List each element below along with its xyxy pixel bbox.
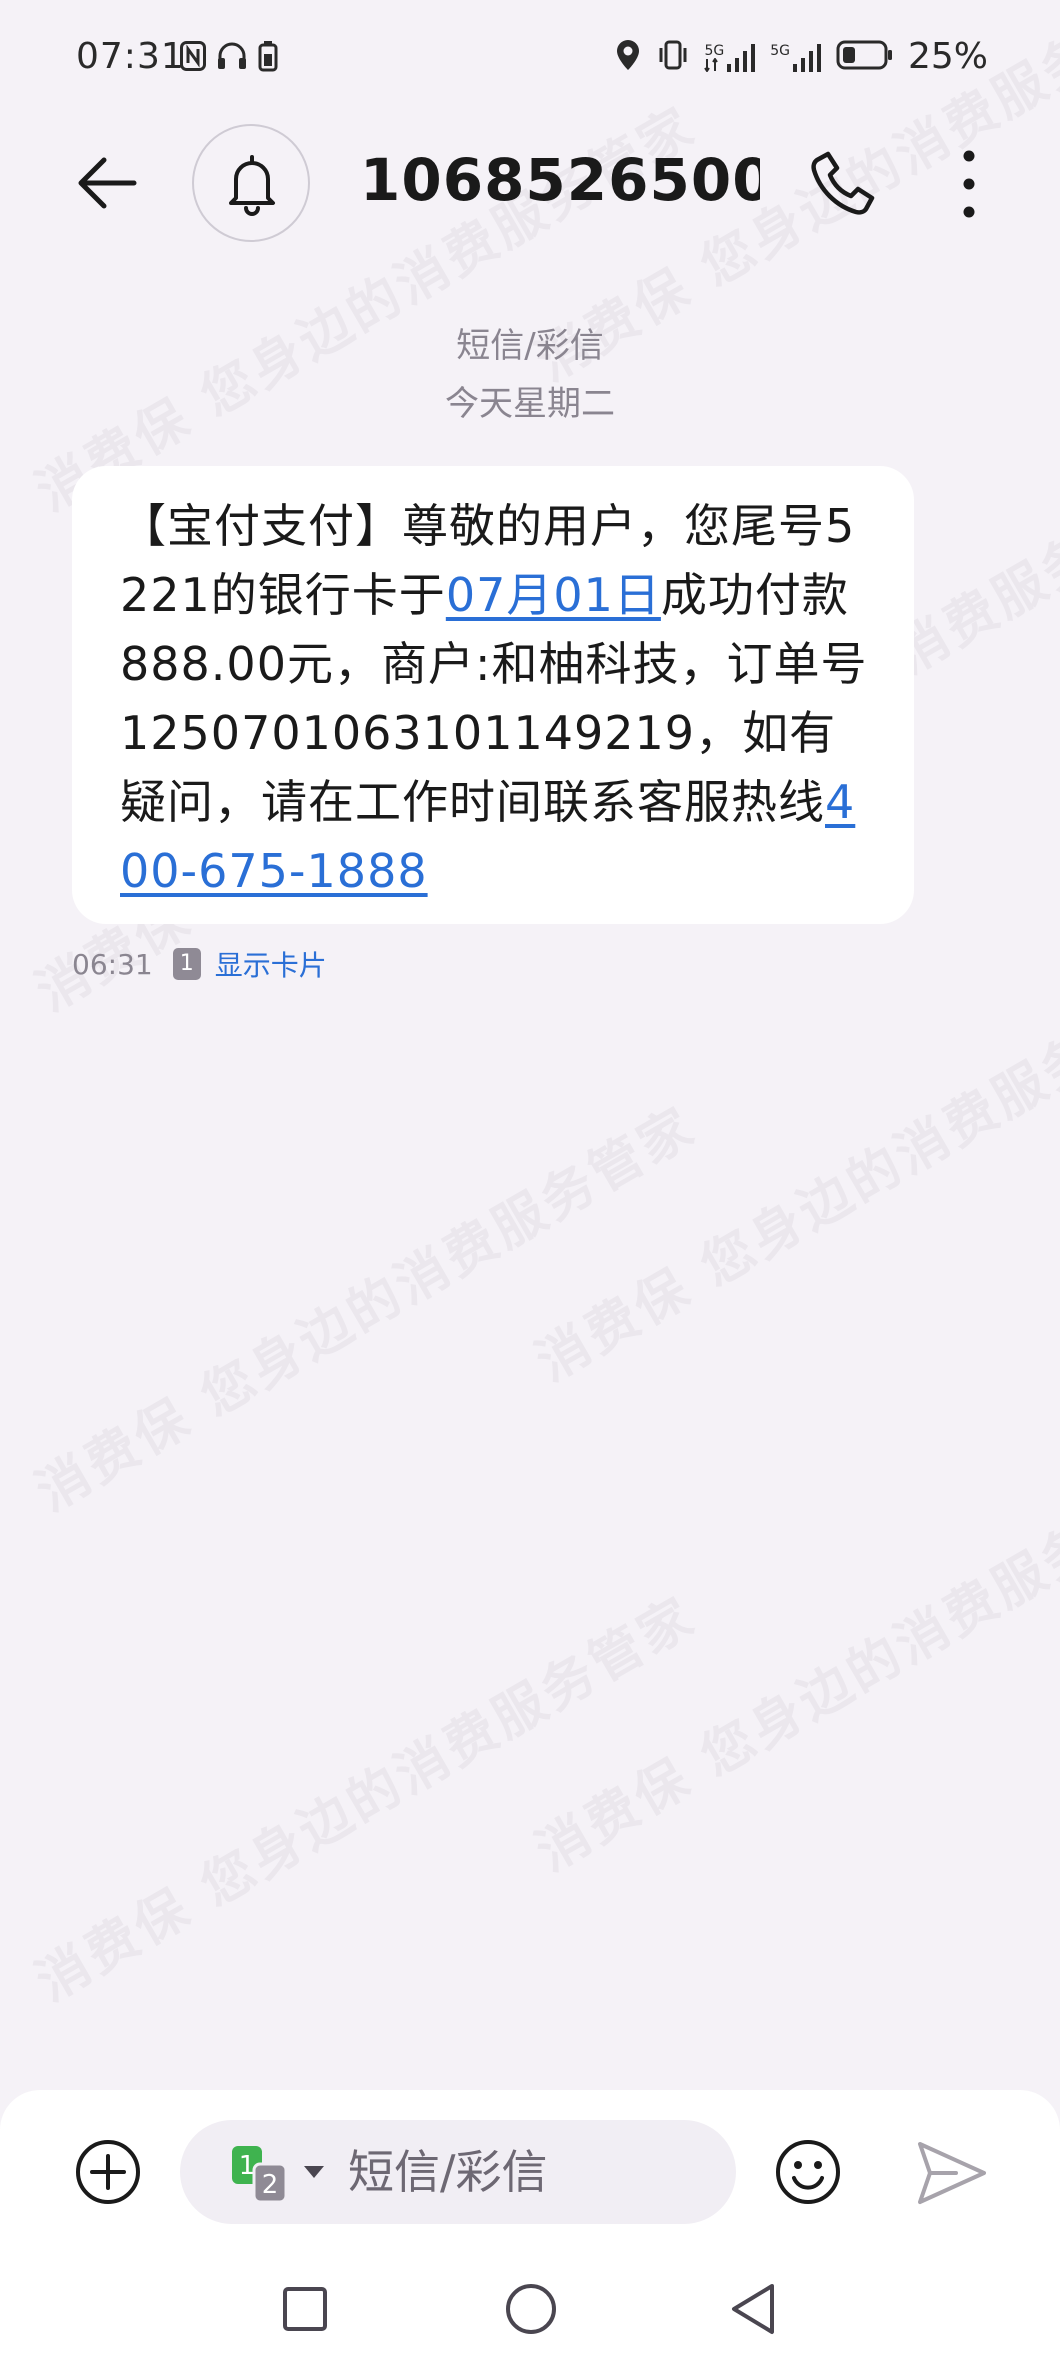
sim-switch-button[interactable]: 1 2: [230, 2144, 290, 2204]
call-button[interactable]: [808, 148, 878, 218]
message-meta: 06:31 1 显示卡片: [72, 944, 327, 984]
battery-percent: 25%: [907, 36, 988, 77]
message-type-label: 短信/彩信: [456, 326, 604, 366]
smiley-icon: [776, 2140, 840, 2204]
signal-sim2-icon: 5G: [770, 42, 822, 72]
watermark-text: 消费保 您身边的消费服务管家: [26, 1096, 707, 1524]
message-input[interactable]: [348, 2138, 718, 2206]
signal-sim1-label: 5G: [704, 42, 725, 59]
vibrate-icon: [656, 38, 690, 76]
nfc-icon: [180, 41, 206, 75]
back-button[interactable]: [72, 148, 142, 218]
svg-text:2: 2: [262, 2170, 279, 2200]
nav-back-button[interactable]: [728, 2282, 778, 2340]
status-bar: 07:31 5G 5G 25%: [0, 0, 1060, 118]
signal-sim1-icon: 5G: [704, 42, 756, 72]
circle-icon: [506, 2284, 556, 2334]
message-text: 【宝付支付】尊敬的用户，您尾号5221的银行卡于07月01日成功付款888.00…: [120, 492, 870, 906]
message-time: 06:31: [72, 947, 153, 981]
status-time: 07:31: [76, 36, 185, 77]
watermark-text: 消费保 您身边的消费服务管家: [526, 1456, 1060, 1884]
location-icon: [614, 38, 642, 76]
plus-circle-icon: [76, 2140, 140, 2204]
emoji-button[interactable]: [774, 2138, 842, 2206]
watermark-text: 消费保 您身边的消费服务管家: [526, 966, 1060, 1394]
notification-button[interactable]: [192, 124, 310, 242]
conversation-header: 1068526500...: [0, 118, 1060, 248]
system-nav-bar: [0, 2258, 1060, 2376]
square-icon: [283, 2287, 327, 2331]
battery-saver-icon: [258, 40, 278, 76]
dual-sim-icon: 1 2: [232, 2146, 288, 2204]
home-button[interactable]: [504, 2282, 558, 2340]
message-input-pill: 1 2: [180, 2120, 736, 2224]
sms-conversation-screen: 消费保 您身边的消费服务管家 消费保 您身边的消费服务管家 消费保 您身边的消费…: [0, 0, 1060, 2376]
recent-apps-button[interactable]: [282, 2284, 328, 2338]
compose-bar: 1 2: [0, 2090, 1060, 2258]
show-card-link[interactable]: 显示卡片: [215, 944, 327, 984]
battery-icon: [836, 40, 894, 74]
triangle-back-icon: [732, 2284, 774, 2334]
headphones-icon: [216, 41, 248, 75]
watermark-text: 消费保 您身边的消费服务管家: [26, 1586, 707, 2014]
date-link[interactable]: 07月01日: [446, 568, 661, 622]
sim-dropdown-arrow[interactable]: [302, 2164, 326, 2184]
status-left-icons: [180, 40, 278, 76]
send-button[interactable]: [916, 2140, 988, 2206]
date-separator: 今天星期二: [445, 384, 615, 424]
caret-down-icon: [304, 2166, 324, 2178]
signal-sim2-label: 5G: [770, 42, 790, 59]
arrow-left-icon: [78, 157, 137, 209]
contact-number[interactable]: 1068526500...: [360, 146, 760, 214]
send-icon: [918, 2142, 986, 2204]
status-right-icons: 5G 5G 25%: [614, 36, 988, 77]
bell-icon: [229, 155, 275, 216]
phone-icon: [811, 151, 875, 215]
add-attachment-button[interactable]: [74, 2138, 142, 2206]
sim-slot-badge: 1: [172, 948, 201, 980]
more-vertical-icon: [963, 150, 975, 218]
message-bubble[interactable]: 【宝付支付】尊敬的用户，您尾号5221的银行卡于07月01日成功付款888.00…: [72, 466, 914, 924]
more-options-button[interactable]: [944, 146, 994, 222]
